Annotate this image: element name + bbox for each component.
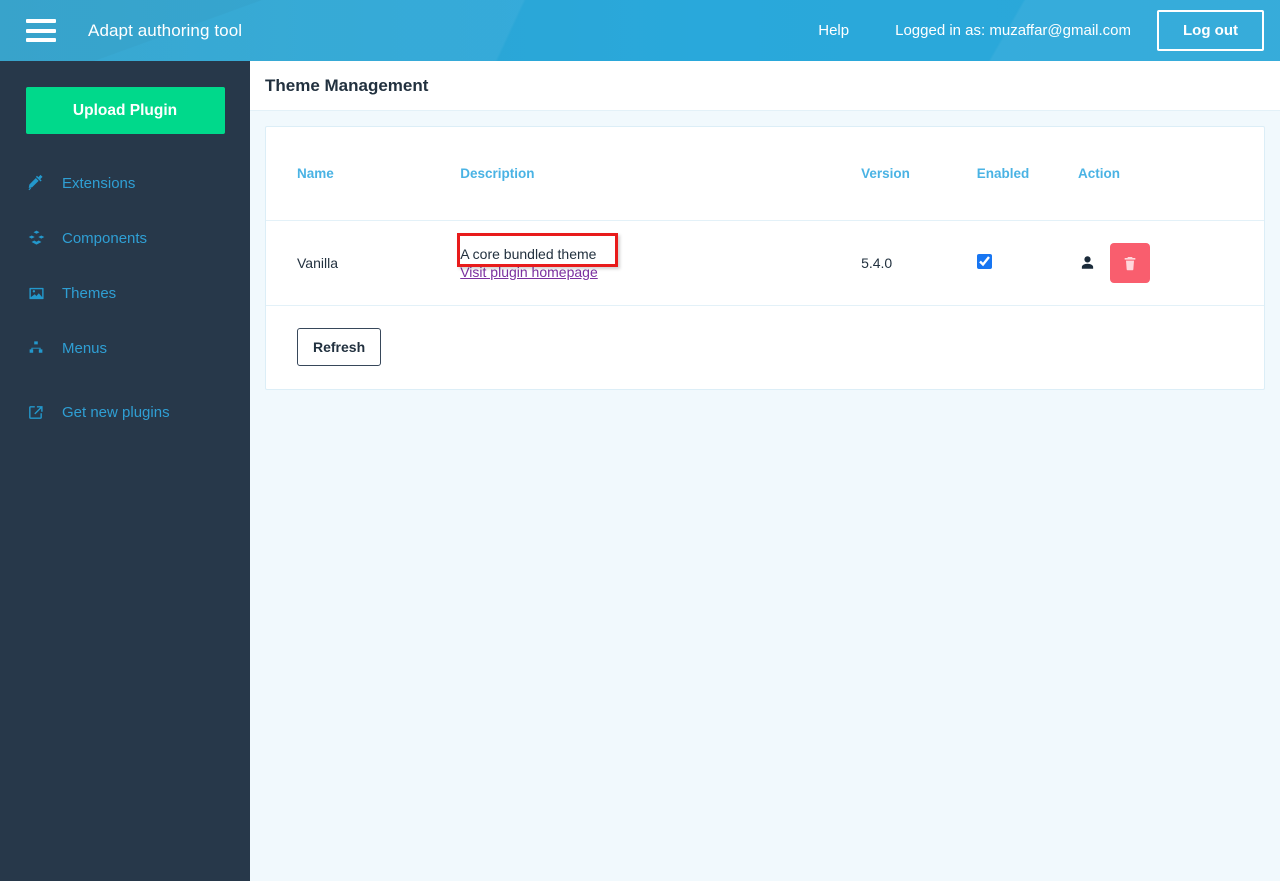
column-header-enabled[interactable]: Enabled: [977, 127, 1078, 220]
hamburger-bar: [26, 28, 56, 33]
sidebar-item-label: Themes: [62, 284, 117, 302]
logged-in-user: Logged in as: muzaffar@gmail.com: [895, 22, 1132, 39]
action-buttons: [1078, 221, 1264, 305]
column-header-description[interactable]: Description: [460, 127, 861, 220]
column-header-action: Action: [1078, 165, 1120, 181]
cell-version: 5.4.0: [861, 254, 893, 271]
cell-plugin-name: Vanilla: [297, 254, 338, 271]
plug-icon: [27, 174, 49, 192]
cell-enabled: [976, 220, 1078, 305]
table-body: Vanilla A core bundled theme Visit plugi…: [266, 220, 1264, 305]
refresh-button[interactable]: Refresh: [297, 328, 382, 366]
trash-icon: [1124, 256, 1136, 270]
cubes-icon: [27, 229, 49, 247]
cell-description: A core bundled theme Visit plugin homepa…: [457, 220, 861, 305]
sidebar-item-components[interactable]: Components: [0, 227, 250, 249]
sidebar-item-label: Components: [62, 229, 148, 247]
cell-action: [1078, 220, 1264, 305]
upload-plugin-button[interactable]: Upload Plugin: [25, 87, 225, 134]
app-title: Adapt authoring tool: [88, 20, 243, 40]
user-icon[interactable]: [1078, 254, 1096, 272]
visit-plugin-homepage-link[interactable]: Visit plugin homepage: [460, 264, 598, 280]
sidebar-item-label: Menus: [62, 339, 108, 357]
description-text: A core bundled theme: [460, 245, 597, 262]
sidebar-item-extensions[interactable]: Extensions: [0, 172, 250, 194]
sidebar-item-themes[interactable]: Themes: [0, 282, 250, 304]
sidebar-item-label: Extensions: [62, 174, 136, 192]
table-header-row: Name Description Version Enabled Action: [266, 127, 1264, 220]
column-header-name[interactable]: Name: [266, 127, 460, 220]
theme-table-card: Name Description Version Enabled Action …: [265, 126, 1265, 390]
top-header: Adapt authoring tool Help Logged in as: …: [0, 0, 1280, 61]
sitemap-icon: [27, 339, 49, 357]
table-head: Name Description Version Enabled Action: [266, 127, 1264, 220]
sidebar-nav: Extensions Components Themes Menus Get n: [0, 172, 250, 423]
help-link[interactable]: Help: [818, 22, 849, 39]
logout-button[interactable]: Log out: [1157, 10, 1264, 51]
sidebar-item-label: Get new plugins: [62, 403, 170, 421]
page-title: Theme Management: [265, 75, 429, 95]
table-footer: Refresh: [266, 306, 1264, 389]
theme-table: Name Description Version Enabled Action …: [266, 127, 1264, 306]
delete-button[interactable]: [1110, 242, 1150, 283]
hamburger-bar: [26, 19, 56, 23]
enabled-checkbox[interactable]: [976, 253, 992, 269]
column-header-version[interactable]: Version: [861, 127, 977, 220]
page-title-bar: Theme Management: [250, 61, 1280, 111]
sidebar: Upload Plugin Extensions Components Them…: [0, 61, 250, 881]
header-actions: Help Logged in as: muzaffar@gmail.com Lo…: [818, 10, 1280, 51]
table-row: Vanilla A core bundled theme Visit plugi…: [266, 220, 1264, 305]
sidebar-item-menus[interactable]: Menus: [0, 337, 250, 359]
image-icon: [27, 284, 49, 302]
sidebar-item-get-new-plugins[interactable]: Get new plugins: [0, 401, 250, 423]
hamburger-bar: [26, 38, 56, 42]
external-link-icon: [27, 403, 49, 421]
hamburger-menu-icon[interactable]: [26, 19, 56, 42]
main-content: Theme Management Name Description Versio…: [250, 61, 1280, 881]
